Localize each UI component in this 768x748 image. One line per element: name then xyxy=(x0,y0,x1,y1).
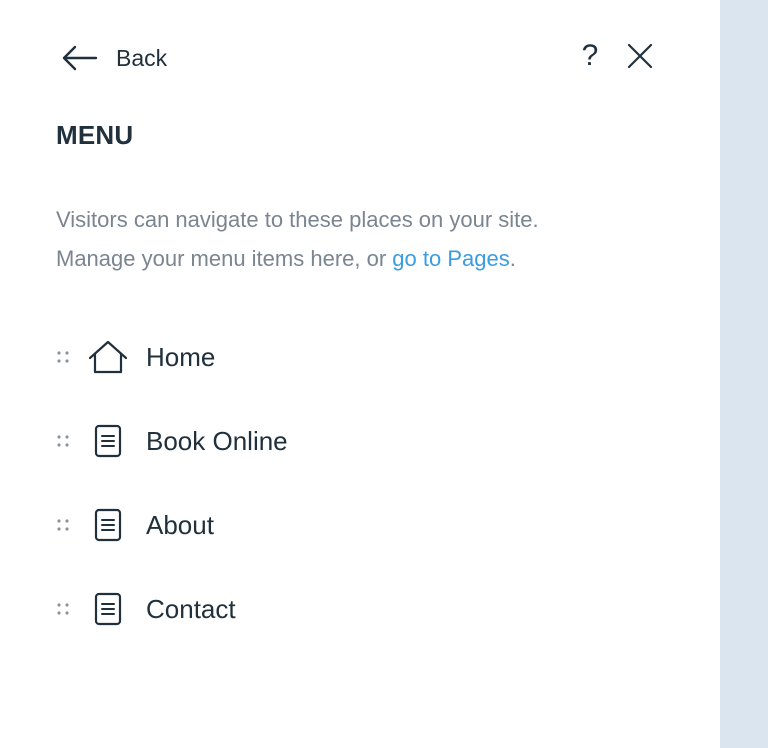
description-prefix: Manage your menu items here, or xyxy=(56,246,393,271)
menu-item-about[interactable]: About xyxy=(56,483,676,567)
description-line-1: Visitors can navigate to these places on… xyxy=(56,207,539,232)
menu-item-label: Contact xyxy=(146,593,236,624)
description-suffix: . xyxy=(509,246,516,271)
go-to-pages-link[interactable]: go to Pages xyxy=(392,246,509,271)
page-icon xyxy=(88,424,128,458)
side-background-strip xyxy=(720,0,768,748)
drag-handle-icon[interactable] xyxy=(56,518,74,532)
back-button[interactable]: Back xyxy=(60,40,167,76)
page-icon xyxy=(88,508,128,542)
panel-title: MENU xyxy=(56,120,134,150)
menu-item-label: About xyxy=(146,509,214,540)
menu-settings-panel: Back ? MENU Visitors can navigate to the… xyxy=(0,0,720,748)
menu-items-list: Home Book Online About Contact xyxy=(56,315,676,651)
menu-item-book-online[interactable]: Book Online xyxy=(56,399,676,483)
close-icon[interactable] xyxy=(624,40,656,72)
arrow-left-icon xyxy=(60,44,98,72)
page-icon xyxy=(88,592,128,626)
drag-handle-icon[interactable] xyxy=(56,434,74,448)
back-label: Back xyxy=(116,44,168,71)
menu-item-home[interactable]: Home xyxy=(56,315,676,399)
home-icon xyxy=(88,340,128,374)
panel-description: Visitors can navigate to these places on… xyxy=(56,200,676,278)
drag-handle-icon[interactable] xyxy=(56,602,74,616)
description-line-2: Manage your menu items here, or go to Pa… xyxy=(56,239,676,278)
menu-item-label: Home xyxy=(146,341,216,372)
menu-item-contact[interactable]: Contact xyxy=(56,567,676,651)
menu-item-label: Book Online xyxy=(146,425,288,456)
drag-handle-icon[interactable] xyxy=(56,350,74,364)
help-icon[interactable]: ? xyxy=(576,38,604,74)
